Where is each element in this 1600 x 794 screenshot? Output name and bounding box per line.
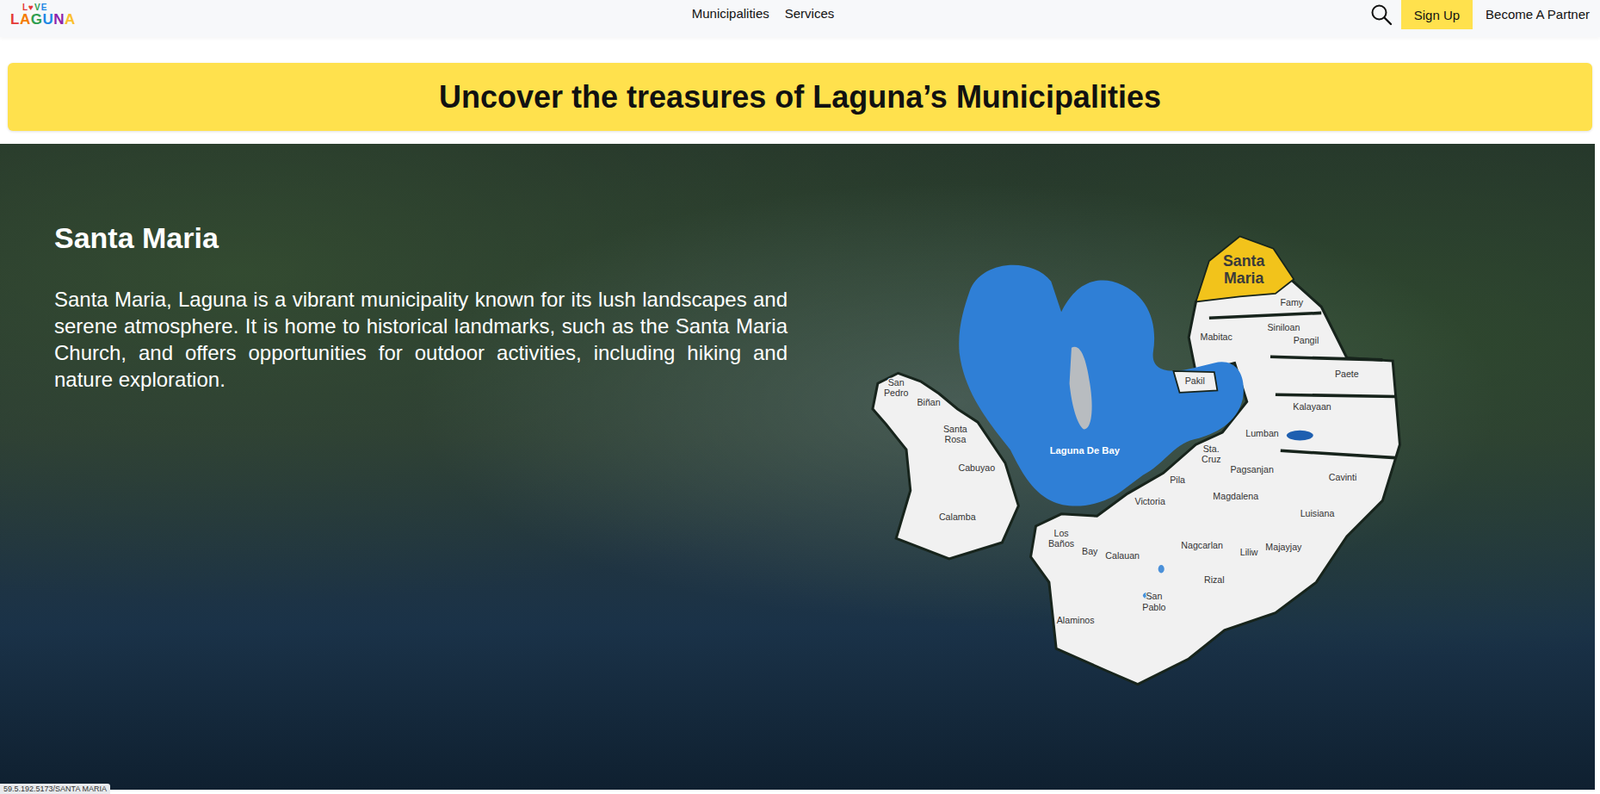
hero-photo: Santa Maria Santa Maria, Laguna is a vibr… <box>0 143 1595 790</box>
municipality-label[interactable]: Bay <box>1081 545 1099 556</box>
municipality-shape[interactable] <box>1195 236 1294 303</box>
municipality-label[interactable]: Calauan <box>1105 549 1140 561</box>
nav-link[interactable]: Municipalities <box>691 6 770 21</box>
municipality-label[interactable]: Pila <box>1169 474 1186 485</box>
small-lake-icon <box>1286 430 1314 441</box>
island-icon <box>1069 346 1093 430</box>
border-lines <box>1209 312 1397 458</box>
municipality-label[interactable]: Kalayaan <box>1292 401 1332 412</box>
banner: Uncover the treasures of Laguna’s Munici… <box>7 62 1593 131</box>
partner-link[interactable]: Become A Partner <box>1472 0 1594 22</box>
municipality-label[interactable]: Lumban <box>1245 427 1279 439</box>
banner-title: Uncover the treasures of Laguna’s Munici… <box>438 79 1162 116</box>
municipality-shape[interactable] <box>1173 370 1217 393</box>
page: L♥VELAGUNAMunicipalitiesServicesSign UpB… <box>0 0 1600 794</box>
municipality-label[interactable]: Pakil <box>1185 375 1205 386</box>
municipality-label[interactable]: Magdalena <box>1212 490 1259 501</box>
municipality-label[interactable]: SantaRosa <box>943 423 968 445</box>
municipality-label[interactable]: Paete <box>1334 368 1360 379</box>
municipality-label[interactable]: SanPedro <box>883 376 909 398</box>
municipality-label[interactable]: Alaminos <box>1056 614 1095 625</box>
municipality-label[interactable]: Liliw <box>1240 546 1259 557</box>
nav-link[interactable]: Services <box>784 6 835 21</box>
sign-up-button[interactable]: Sign Up <box>1401 0 1473 30</box>
municipality-label[interactable]: SantaMaria <box>1223 252 1265 287</box>
municipality-label[interactable]: Nagcarlan <box>1180 539 1224 550</box>
status-url: 59.5.192.5173/SANTA MARIA <box>0 783 111 794</box>
municipality-label[interactable]: Calamba <box>938 511 977 522</box>
laguna-map: Laguna De Bay SanPedro Biñan SantaRosa Cabuy… <box>867 229 1403 690</box>
hero-title: Santa Maria <box>54 221 788 255</box>
municipality-label[interactable]: Sta.Cruz <box>1201 443 1222 464</box>
municipality-label[interactable]: Famy <box>1280 296 1304 308</box>
logo[interactable]: L♥VELAGUNA <box>10 0 692 27</box>
municipality-label[interactable]: Biñan <box>916 396 940 408</box>
lake-label: Laguna De Bay <box>1050 444 1121 456</box>
municipality-label[interactable]: Luisiana <box>1300 507 1335 519</box>
municipality-label[interactable]: Majayjay <box>1265 541 1303 552</box>
search-icon[interactable] <box>1370 3 1393 26</box>
nav-actions: Sign UpBecome A Partner <box>1370 0 1594 30</box>
municipality-label[interactable]: Mabitac <box>1200 331 1234 342</box>
top-nav: L♥VELAGUNAMunicipalities Services Sign UpB… <box>0 0 1600 38</box>
nav-links: Municipalities Services <box>691 0 835 21</box>
municipality-label[interactable]: Siniloan <box>1266 321 1300 333</box>
small-lake-icon <box>1158 564 1165 573</box>
municipality-label[interactable]: LosBaños <box>1048 527 1075 549</box>
municipality-label[interactable]: Rizal <box>1204 574 1225 585</box>
municipality-label[interactable]: Pagsanjan <box>1229 463 1273 475</box>
hero-description: Santa Maria, Laguna is a vibrant municip… <box>54 285 788 393</box>
hero-text: Santa Maria Santa Maria, Laguna is a vibr… <box>54 221 788 393</box>
municipality-label[interactable]: Cabuyao <box>957 462 995 473</box>
municipality-label[interactable]: Cavinti <box>1328 471 1358 482</box>
municipality-label[interactable]: SanPablo <box>1142 590 1166 612</box>
municipality-label[interactable]: Victoria <box>1135 495 1166 507</box>
municipality-label[interactable]: Pangil <box>1293 334 1320 346</box>
